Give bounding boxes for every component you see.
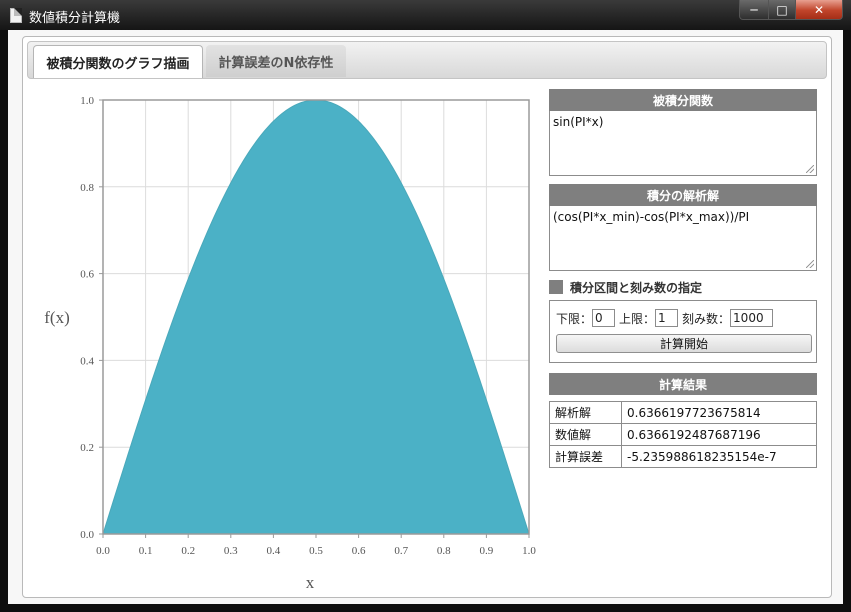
result-value: -5.235988618235154e-7 [621,445,817,468]
y-tick-label: 0.0 [80,529,94,541]
window-title: 数値積分計算機 [29,11,121,26]
y-tick-label: 1.0 [80,95,94,107]
range-section: 積分区間と刻み数の指定 下限： 0 上限： 1 刻み数： 1000 計算開始 [549,279,817,363]
result-value: 0.6366197723675814 [621,401,817,424]
x-tick-label: 0.6 [352,545,366,557]
integrand-section: 被積分関数 sin(PI*x) [549,89,817,176]
maximize-button[interactable]: □ [769,0,796,20]
y-tick-label: 0.4 [80,355,94,367]
x-tick-label: 1.0 [522,545,536,557]
results-table: 解析解 0.6366197723675814 数値解 0.63661924876… [549,401,817,468]
upper-input[interactable]: 1 [655,309,679,327]
steps-value: 1000 [733,311,764,325]
range-header-label: 積分区間と刻み数の指定 [570,280,703,295]
x-tick-label: 0.1 [139,545,153,557]
integrand-header: 被積分関数 [549,89,817,111]
results-section: 計算結果 解析解 0.6366197723675814 数値解 0.636619… [549,373,817,468]
close-icon: ✕ [813,2,825,17]
result-name: 数値解 [549,423,622,446]
y-tick-label: 0.6 [80,269,94,281]
table-row: 数値解 0.6366192487687196 [549,423,817,446]
document-icon [10,8,22,23]
x-tick-label: 0.9 [480,545,494,557]
y-axis-label: f(x) [44,308,69,327]
tab-bar: 被積分関数のグラフ描画 計算誤差のN依存性 [27,41,827,79]
table-row: 計算誤差 -5.235988618235154e-7 [549,445,817,468]
result-name: 解析解 [549,401,622,424]
resize-grip-icon[interactable] [806,165,814,173]
integrand-input[interactable]: sin(PI*x) [549,111,817,176]
tab-graph[interactable]: 被積分関数のグラフ描画 [33,45,203,78]
table-row: 解析解 0.6366197723675814 [549,401,817,424]
maximize-icon: □ [776,2,788,17]
range-box: 下限： 0 上限： 1 刻み数： 1000 計算開始 [549,300,817,363]
upper-label: 上限： [619,311,656,326]
x-tick-label: 0.5 [309,545,323,557]
analytic-input[interactable]: (cos(PI*x_min)-cos(PI*x_max))/PI [549,206,817,271]
results-header: 計算結果 [549,373,817,395]
analytic-text: (cos(PI*x_min)-cos(PI*x_max))/PI [553,210,750,224]
minimize-icon: ─ [750,2,758,17]
client-area: 被積分関数のグラフ描画 計算誤差のN依存性 0.0 0.1 0.2 0.3 0.4 0.5… [8,30,843,604]
result-value: 0.6366192487687196 [621,423,817,446]
tab-error-n-dependence[interactable]: 計算誤差のN依存性 [206,45,346,77]
lower-value: 0 [595,311,603,325]
x-axis-label: x [306,573,315,592]
x-tick-label: 0.7 [394,545,408,557]
x-tick-label: 0.2 [181,545,195,557]
result-name: 計算誤差 [549,445,622,468]
close-button[interactable]: ✕ [796,0,843,20]
range-inputs-row: 下限： 0 上限： 1 刻み数： 1000 [550,301,816,329]
integrand-chart: 0.0 0.1 0.2 0.3 0.4 0.5 0.6 0.7 0.8 0.9 1.0 0.0 0.2 0… [44,95,536,592]
lower-label: 下限： [556,311,593,326]
analytic-section: 積分の解析解 (cos(PI*x_min)-cos(PI*x_max))/PI [549,184,817,271]
x-tick-label: 0.4 [267,545,281,557]
analytic-header: 積分の解析解 [549,184,817,206]
y-tick-label: 0.8 [80,182,94,194]
x-tick-label: 0.0 [96,545,110,557]
steps-label: 刻み数： [682,311,731,326]
y-tick-label: 0.2 [80,442,94,454]
title-bar[interactable]: 数値積分計算機 ─ □ ✕ [0,0,851,30]
x-tick-label: 0.3 [224,545,238,557]
square-bullet-icon [549,280,563,294]
main-panel: 被積分関数のグラフ描画 計算誤差のN依存性 0.0 0.1 0.2 0.3 0.4 0.5… [22,36,832,598]
x-tick-label: 0.8 [437,545,451,557]
lower-input[interactable]: 0 [592,309,616,327]
steps-input[interactable]: 1000 [730,309,774,327]
integrand-text: sin(PI*x) [553,115,604,129]
upper-value: 1 [658,311,666,325]
range-header: 積分区間と刻み数の指定 [549,279,817,295]
window-controls: ─ □ ✕ [739,0,843,20]
calculate-button[interactable]: 計算開始 [556,334,812,353]
series-area [102,99,530,535]
app-window: 数値積分計算機 ─ □ ✕ 被積分関数のグラフ描画 計算誤差のN依存性 0.0 0… [0,0,851,612]
minimize-button[interactable]: ─ [739,0,769,20]
resize-grip-icon[interactable] [806,260,814,268]
